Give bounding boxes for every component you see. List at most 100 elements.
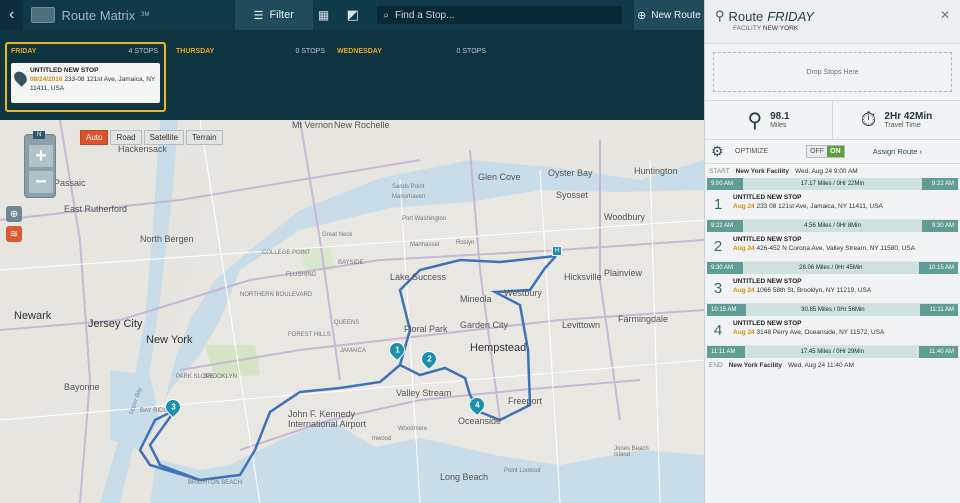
map-label: COLLEGE POINT [262,250,311,256]
end-name: New York Facility [728,361,782,369]
route-panel: ⚲ Route FRIDAY FACILITY NEW YORK ✕ Drop … [704,0,960,503]
stop-date: Aug 24 [733,287,755,294]
map-label: Levittown [562,320,601,330]
leg-distance: 17.45 Miles / 0Hr 29Min [745,346,920,358]
drop-zone[interactable]: Drop Stops Here [713,52,952,92]
facility-line: FACILITY NEW YORK [733,25,950,32]
filter-label: Filter [269,9,294,21]
map-label: JAMAICA [340,348,367,354]
optimize-toggle[interactable]: OFF ON [806,145,845,158]
leg-bar: 9:30 AM 28.06 Miles / 0Hr 45Min 10:15 AM [707,262,958,274]
map-label: Roslyn [456,240,475,246]
optimize-label: OPTIMIZE [735,148,769,155]
locate-button[interactable]: ⊕ [6,206,22,222]
drop-zone-text: Drop Stops Here [806,68,859,76]
map-label: Mt Vernon [292,120,334,130]
facility-marker-icon[interactable]: H [552,246,562,256]
route-stop[interactable]: 1 UNTITLED NEW STOP Aug 24 233 08 121st A… [705,190,960,220]
leg-to: 9:22 AM [931,181,954,187]
gear-icon[interactable]: ⚙ [711,143,735,160]
zoom-in-button[interactable]: + [29,145,53,167]
map-label: Huntington [634,166,678,176]
optimize-bar: ⚙ OPTIMIZE OFF ON Assign Route › [705,140,960,164]
assign-route-button[interactable]: Assign Route › [873,147,922,156]
toggle-on[interactable]: ON [827,146,844,157]
stop-details: UNTITLED NEW STOP Aug 24 3148 Perry Ave, … [733,320,884,341]
map-label: Woodmere [398,426,428,432]
day-column-thursday[interactable]: THURSDAY 0 STOPS [170,30,331,120]
map-type-selector: Auto Road Satellite Terrain [80,130,223,145]
grid-view-button[interactable]: ▦ [313,0,334,30]
time-text: 2Hr 42Min Travel Time [884,111,932,129]
map-label: Great Neck [322,232,353,238]
stop-details: UNTITLED NEW STOP Aug 24 1066 58th St, Br… [733,278,871,299]
stop-name: UNTITLED NEW STOP [733,278,802,285]
stop-card[interactable]: UNTITLED NEW STOP 08/24/2016 233-08 121s… [11,63,160,103]
top-toolbar: ‹ Route Matrix 3M ☰ Filter ▦ ◩ ⌕ ⊕ New R… [0,0,704,30]
stop-date: Aug 24 [733,245,755,252]
map-label: FOREST HILLS [288,332,331,338]
stop-number: 4 [713,322,723,339]
map-label: Sands Point [392,184,425,190]
compass-north[interactable]: N [33,131,46,139]
map-label: New Rochelle [334,120,390,130]
search-input[interactable] [394,9,615,21]
start-name: New York Facility [735,167,789,175]
stop-name: UNTITLED NEW STOP [733,194,802,201]
map-type-auto[interactable]: Auto [80,130,109,145]
stop-address: 233 08 121st Ave, Jamaica, NY 11411, USA [756,203,883,210]
route-map[interactable]: Hackensack Passaic East Rutherford North… [0,120,704,503]
map-label: Manorhaven [392,194,426,200]
chevron-left-icon: ‹ [9,6,15,23]
map-label: Woodbury [604,212,645,222]
end-time: Wed, Aug 24 11:40 AM [787,361,854,369]
map-canvas[interactable] [0,120,704,503]
map-type-road[interactable]: Road [110,130,142,145]
route-header: ⚲ Route FRIDAY FACILITY NEW YORK ✕ [705,0,960,44]
map-label: Floral Park [404,324,448,334]
route-start-row: START New York Facility Wed, Aug 24 9:00… [705,164,960,178]
map-label: Syosset [556,190,589,200]
chevron-right-icon: › [919,147,923,156]
route-stop[interactable]: 3 UNTITLED NEW STOP Aug 24 1066 58th St, … [705,274,960,304]
leg-from: 9:00 AM [711,181,734,187]
stop-count: 0 STOPS [456,48,486,55]
map-label: Long Beach [440,472,489,482]
map-label: BROOKLYN [204,374,237,380]
map-label: QUEENS [334,320,360,326]
layers-button[interactable]: ≋ [6,226,22,242]
stop-name: UNTITLED NEW STOP [733,320,802,327]
map-label: Garden City [460,320,509,330]
route-title: ⚲ Route FRIDAY [715,8,950,24]
stop-line: Aug 24 233 08 121st Ave, Jamaica, NY 114… [733,203,883,210]
day-column-friday[interactable]: FRIDAY 4 STOPS UNTITLED NEW STOP 08/24/2… [5,42,166,112]
facility-name: NEW YORK [762,25,799,32]
map-type-terrain[interactable]: Terrain [186,130,223,145]
map-label: Glen Cove [478,172,521,182]
map-view-button[interactable]: ◩ [334,0,371,30]
route-stop[interactable]: 4 UNTITLED NEW STOP Aug 24 3148 Perry Ave… [705,316,960,346]
day-column-wednesday[interactable]: WEDNESDAY 0 STOPS [331,30,492,120]
zoom-out-button[interactable]: − [29,171,53,193]
leg-bar: 9:00 AM 17.17 Miles / 0Hr 22Min 9:22 AM [707,178,958,190]
leg-to: 10:15 AM [928,265,954,271]
toggle-off[interactable]: OFF [807,146,828,157]
filter-button[interactable]: ☰ Filter [234,0,313,30]
close-panel-button[interactable]: ✕ [940,8,950,22]
route-stop[interactable]: 2 UNTITLED NEW STOP Aug 24 426-452 N Coro… [705,232,960,262]
new-route-button[interactable]: ⊕ New Route [633,0,704,30]
map-type-satellite[interactable]: Satellite [143,130,185,145]
map-label: Port Washington [402,216,447,222]
crosshair-icon: ⊕ [9,208,19,220]
leg-distance: 4.56 Miles / 0Hr 8Min [743,220,922,232]
map-label: Newark [14,310,52,322]
leg-to: 11:40 AM [929,349,954,355]
route-pin-icon: ⚲ [715,8,725,23]
sliders-icon: ☰ [253,9,264,22]
stop-details: UNTITLED NEW STOP Aug 24 233 08 121st Ave… [733,194,883,215]
app-name-suffix: 3M [141,12,150,18]
marker-number: 1 [394,345,400,355]
distance-text: 98.1 Miles [770,111,789,129]
miles-label: Miles [770,122,787,129]
back-button[interactable]: ‹ [0,0,24,30]
